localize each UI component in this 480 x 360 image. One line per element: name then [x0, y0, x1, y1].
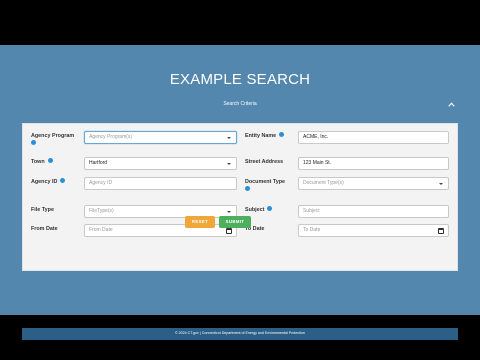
agency-program-select[interactable]: Agency Program(s) — [84, 131, 237, 144]
info-icon[interactable] — [279, 132, 285, 138]
town-value: Hartford — [89, 160, 108, 166]
caret-down-icon — [227, 137, 231, 139]
subject-label-text: Subject — [245, 207, 265, 213]
info-icon[interactable] — [267, 206, 273, 212]
from-date-label: From Date — [31, 226, 58, 232]
to-date-placeholder: To Date — [303, 227, 321, 233]
info-icon[interactable] — [60, 178, 66, 184]
search-criteria-label: Search Criteria — [223, 101, 257, 107]
entity-name-input[interactable]: ACME, Inc. — [298, 131, 449, 144]
town-label: Town — [31, 158, 53, 166]
document-type-label-text: Document Type — [245, 179, 286, 185]
document-type-placeholder: Document Type(s) — [303, 180, 344, 186]
agency-id-input[interactable]: Agency ID — [84, 177, 237, 190]
agency-id-label: Agency ID — [31, 178, 66, 186]
info-icon[interactable] — [47, 158, 53, 164]
reset-button[interactable]: RESET — [185, 216, 215, 228]
file-type-label: File Type — [31, 207, 54, 213]
info-icon[interactable] — [31, 140, 36, 145]
entity-name-label: Entity Name — [245, 132, 285, 140]
caret-down-icon — [439, 183, 443, 185]
page-title: EXAMPLE SEARCH — [169, 71, 311, 88]
to-date-input[interactable]: To Date — [298, 224, 449, 237]
submit-button[interactable]: SUBMIT — [219, 216, 251, 228]
from-date-placeholder: From Date — [89, 227, 113, 233]
file-type-placeholder: FileType(s) — [89, 208, 114, 214]
app-screen: EXAMPLE SEARCH Search Criteria Agency Pr… — [0, 45, 480, 340]
agency-program-label: Agency Program — [31, 133, 74, 146]
agency-program-label-text: Agency Program — [31, 133, 75, 139]
agency-program-placeholder: Agency Program(s) — [89, 134, 133, 140]
search-criteria-panel: Agency Program Agency Program(s) Entity … — [22, 123, 458, 271]
entity-name-label-text: Entity Name — [245, 133, 277, 139]
town-label-text: Town — [31, 159, 45, 165]
town-select[interactable]: Hartford — [84, 157, 237, 170]
footer-text: © 2024 CT.gov | Connecticut Department o… — [174, 331, 306, 335]
caret-down-icon — [227, 163, 231, 165]
caret-down-icon — [227, 211, 231, 213]
search-criteria-toggle[interactable]: Search Criteria — [22, 96, 458, 114]
calendar-icon[interactable] — [226, 228, 232, 234]
subject-input[interactable]: Subject — [298, 205, 449, 218]
street-address-input[interactable]: 123 Main St. — [298, 157, 449, 170]
document-type-label: Document Type — [245, 179, 285, 192]
chevron-up-icon[interactable] — [446, 99, 456, 109]
document-type-select[interactable]: Document Type(s) — [298, 177, 449, 190]
footer-bar: © 2024 CT.gov | Connecticut Department o… — [22, 328, 458, 340]
street-address-label: Street Address — [245, 159, 284, 165]
agency-id-label-text: Agency ID — [31, 179, 58, 185]
info-icon[interactable] — [245, 186, 250, 191]
subject-label: Subject — [245, 206, 273, 214]
calendar-icon[interactable] — [438, 228, 444, 234]
